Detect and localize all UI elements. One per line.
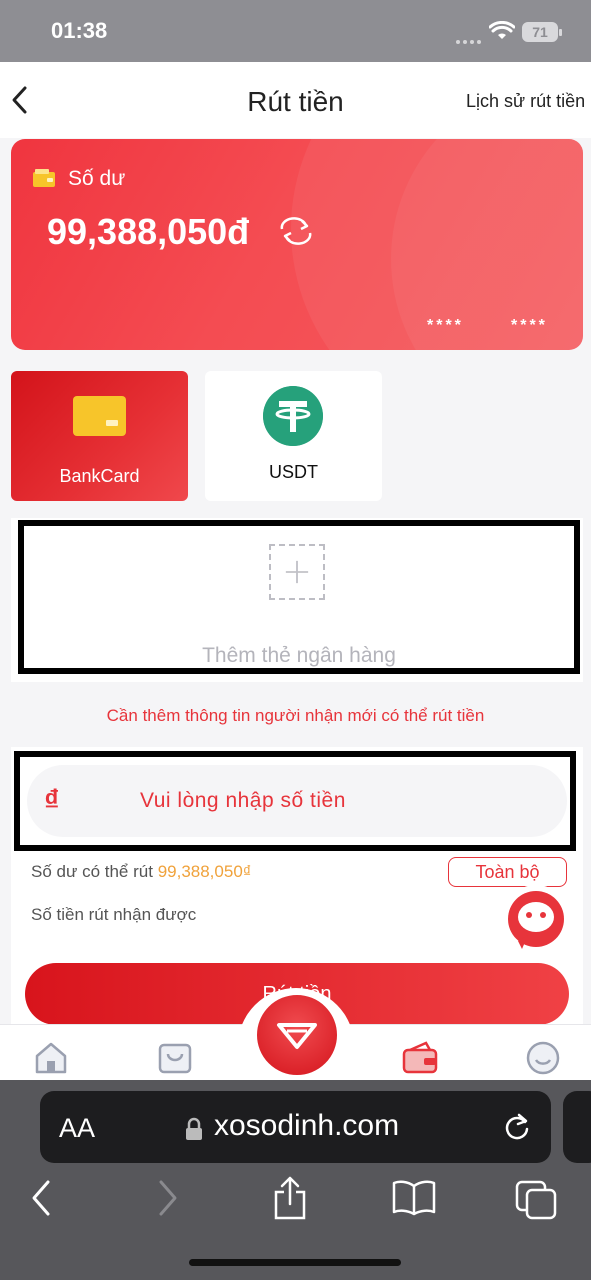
status-time: 01:38 [51, 18, 108, 43]
masked-card-number: **** [427, 317, 464, 334]
browser-forward-icon[interactable] [155, 1176, 181, 1220]
battery-icon: 71 [522, 22, 562, 42]
balance-label: Số dư [68, 167, 126, 190]
cellular-signal-icon [456, 31, 484, 44]
add-icon [269, 544, 325, 600]
home-indicator [189, 1259, 401, 1266]
withdrawable-label: Số dư có thể rút [31, 862, 153, 881]
recipient-info-hint: Cần thêm thông tin người nhận mới có thể… [106, 706, 485, 725]
refresh-icon[interactable] [278, 217, 314, 245]
withdraw-all-button[interactable]: Toàn bộ [448, 857, 567, 887]
masked-card-number: **** [511, 317, 548, 334]
diamond-icon [277, 1023, 317, 1049]
tabs-icon[interactable] [515, 1176, 559, 1220]
home-icon[interactable] [33, 1040, 69, 1076]
lock-icon [186, 1117, 202, 1140]
balance-amount: 99,388,050đ [47, 211, 250, 252]
chat-support-icon[interactable] [498, 885, 572, 957]
wallet-nav-icon[interactable] [402, 1040, 438, 1076]
url-text: xosodinh.com [214, 1109, 400, 1142]
browser-back-icon[interactable] [28, 1176, 54, 1220]
bank-card-icon [73, 396, 126, 436]
received-amount-label: Số tiền rút nhận được [31, 905, 197, 924]
add-bank-card-label: Thêm thẻ ngân hàng [202, 644, 396, 667]
dong-currency-icon: ₫ [44, 784, 60, 817]
share-icon[interactable] [272, 1176, 308, 1220]
bookmarks-icon[interactable] [391, 1176, 437, 1220]
tether-icon [263, 386, 323, 446]
withdrawable-balance: Số dư có thể rút 99,388,050₫ [31, 862, 252, 882]
wallet-icon [33, 169, 55, 187]
withdrawable-value: 99,388,050₫ [157, 862, 252, 881]
wifi-icon [489, 21, 515, 39]
activity-icon[interactable] [157, 1040, 193, 1076]
reload-icon[interactable] [503, 1112, 531, 1142]
profile-icon[interactable] [525, 1040, 561, 1076]
withdraw-history-link[interactable]: Lịch sử rút tiền [466, 91, 585, 112]
nav-center-button[interactable] [253, 991, 341, 1079]
tab-usdt-label: USDT [269, 462, 318, 482]
next-tab-preview[interactable] [563, 1091, 591, 1163]
amount-placeholder: Vui lòng nhập số tiền [140, 789, 346, 812]
tab-bankcard-label: BankCard [59, 466, 140, 486]
text-size-button[interactable]: AA [59, 1113, 95, 1144]
